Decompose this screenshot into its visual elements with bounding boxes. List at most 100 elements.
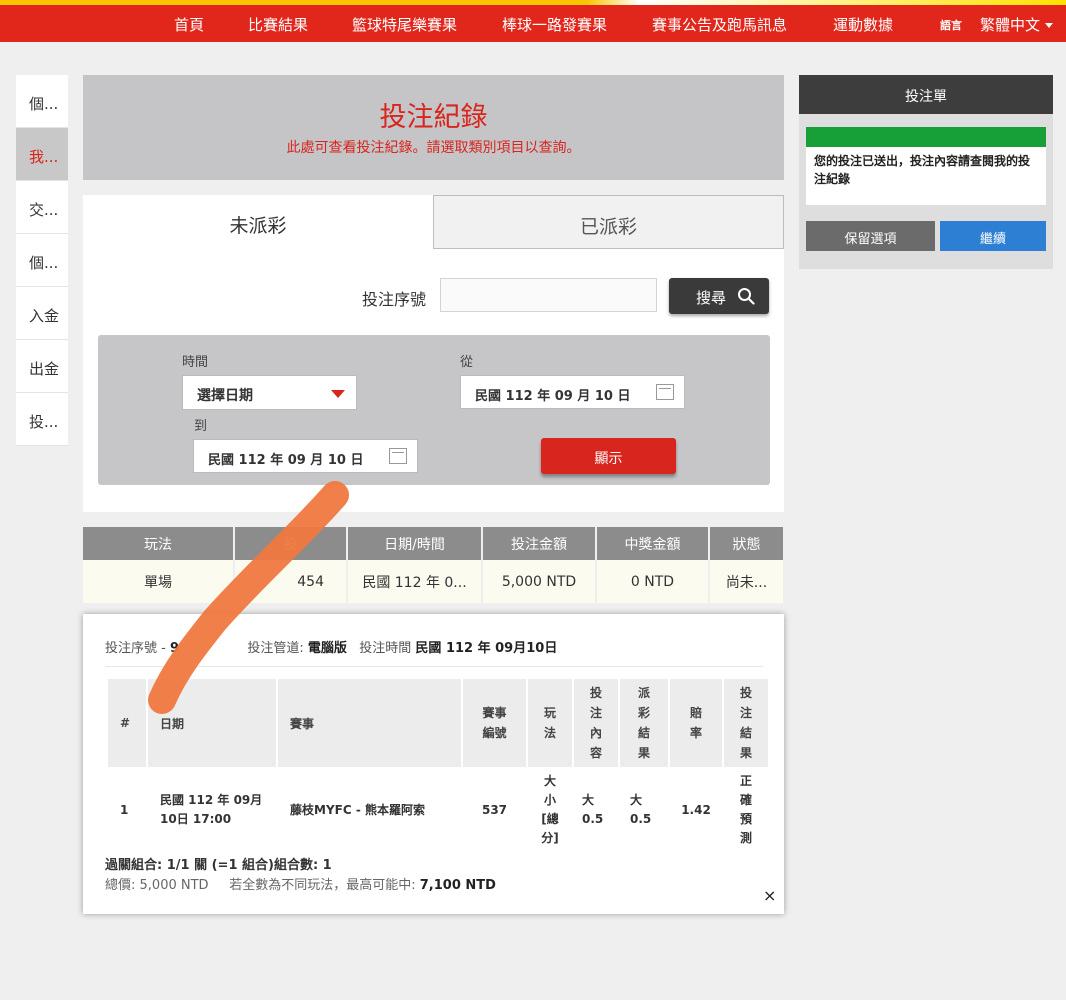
bet-time-label: 投注時間 bbox=[359, 641, 412, 656]
keep-selections-button[interactable]: 保留選項 bbox=[806, 221, 935, 251]
search-button-label: 搜尋 bbox=[696, 289, 727, 307]
bet-detail-table: # 日期 賽事 賽事 編號 玩 法 投 注 內 容 派 彩 結 果 賠 率 投 … bbox=[106, 679, 770, 853]
bet-info-line: 投注序號 - 9 投注管道: 電腦版 投注時間 民國 112 年 09月10日 bbox=[105, 641, 558, 656]
cell-event: 藤枝MYFC - 熊本羅阿索 bbox=[290, 802, 425, 817]
column-header-result: 派 彩 結 果 bbox=[620, 679, 668, 767]
top-nav-bar: 首頁 比賽結果 籃球特尾樂賽果 棒球一路發賽果 賽事公告及跑馬訊息 運動數據 語… bbox=[0, 0, 1066, 42]
column-header-event-no: 賽事 編號 bbox=[463, 679, 526, 767]
from-date-field[interactable]: 民國 112 年 09 月 10 日 bbox=[460, 375, 685, 409]
date-filter: 時間 選擇日期 從 民國 112 年 09 月 10 日 到 民國 112 年 … bbox=[98, 335, 770, 485]
serial-label: 投注序號 bbox=[362, 290, 427, 309]
cell-status: 尚未... bbox=[709, 560, 785, 603]
column-header: 投注金額 bbox=[482, 527, 597, 560]
to-date-value: 民國 112 年 09 月 10 日 bbox=[208, 453, 364, 468]
date-range-select[interactable]: 選擇日期 bbox=[182, 375, 357, 410]
search-icon bbox=[738, 288, 755, 305]
bet-summary-table: 玩法 投 日期/時間 投注金額 中獎金額 狀態 單場 454 民國 112 年 … bbox=[83, 527, 785, 603]
table-header-row: # 日期 賽事 賽事 編號 玩 法 投 注 內 容 派 彩 結 果 賠 率 投 … bbox=[108, 679, 768, 767]
column-header-content: 投 注 內 容 bbox=[574, 679, 618, 767]
nav-baseball-results[interactable]: 棒球一路發賽果 bbox=[502, 14, 607, 35]
sidebar-item-transactions[interactable]: 交... bbox=[16, 181, 68, 234]
total-info: 總價: 5,000 NTD 若全數為不同玩法，最高可能中: 7,100 NTD bbox=[105, 874, 496, 893]
close-icon[interactable]: × bbox=[763, 886, 776, 905]
from-date-value: 民國 112 年 09 月 10 日 bbox=[475, 389, 631, 404]
bet-time-value: 民國 112 年 09月10日 bbox=[415, 641, 558, 656]
page-subtitle: 此處可查看投注紀錄。請選取類別項目以查詢。 bbox=[286, 140, 581, 156]
top-stripe bbox=[0, 0, 1066, 5]
channel-label: 投注管道 bbox=[247, 641, 300, 656]
tab-unsettled[interactable]: 未派彩 bbox=[83, 195, 433, 249]
language-dropdown[interactable]: 繁體中文 bbox=[980, 14, 1053, 35]
account-sidebar: 個... 我... 交... 個... 入金 出金 投... bbox=[16, 75, 68, 446]
column-header-num: # bbox=[108, 679, 146, 767]
cell-play: 大 小 [總 分] bbox=[541, 774, 559, 845]
combo-info: 過關組合: 1/1 關 (=1 組合)組合數: 1 bbox=[105, 858, 332, 873]
continue-button[interactable]: 繼續 bbox=[940, 221, 1046, 251]
sidebar-item-personal[interactable]: 個... bbox=[16, 75, 68, 128]
cell-odds: 1.42 bbox=[681, 802, 711, 817]
to-date-field[interactable]: 民國 112 年 09 月 10 日 bbox=[193, 439, 418, 473]
cell-num: 1 bbox=[120, 802, 129, 817]
cell-date: 民國 112 年 09月 10日 17:00 bbox=[160, 793, 263, 826]
nav-home[interactable]: 首頁 bbox=[174, 14, 204, 35]
column-header: 狀態 bbox=[709, 527, 785, 560]
cell-amount: 5,000 NTD bbox=[482, 560, 597, 603]
column-header: 日期/時間 bbox=[347, 527, 483, 560]
column-header: 投 bbox=[234, 527, 348, 560]
column-header-odds: 賠 率 bbox=[670, 679, 722, 767]
betslip-panel: 您的投注已送出，投注內容請查閱我的投注紀錄 保留選項 繼續 bbox=[799, 114, 1053, 269]
divider bbox=[105, 666, 763, 667]
cell-content: 大 0.5 bbox=[582, 793, 604, 826]
cell-datetime: 民國 112 年 0... bbox=[347, 560, 483, 603]
serial-input[interactable] bbox=[440, 278, 657, 312]
date-range-value: 選擇日期 bbox=[197, 388, 253, 404]
column-header: 玩法 bbox=[83, 527, 235, 560]
sidebar-item-withdraw[interactable]: 出金 bbox=[16, 340, 68, 393]
tab-settled[interactable]: 已派彩 bbox=[433, 195, 784, 249]
nav-results[interactable]: 比賽結果 bbox=[248, 14, 308, 35]
sidebar-item-deposit[interactable]: 入金 bbox=[16, 287, 68, 340]
language-icon: 語言 bbox=[940, 19, 962, 32]
total-label: 總價: bbox=[105, 878, 136, 893]
cell-winnings: 0 NTD bbox=[596, 560, 710, 603]
column-header-date: 日期 bbox=[148, 679, 276, 767]
from-label: 從 bbox=[460, 355, 474, 370]
bet-detail-card: 投注序號 - 9 投注管道: 電腦版 投注時間 民國 112 年 09月10日 … bbox=[83, 614, 784, 914]
column-header-event: 賽事 bbox=[278, 679, 461, 767]
nav-sports-stats[interactable]: 運動數據 bbox=[833, 14, 893, 35]
sidebar-item-bets[interactable]: 投... bbox=[16, 393, 68, 446]
cell-result: 大 0.5 bbox=[630, 793, 652, 826]
cell-event-no: 537 bbox=[481, 802, 508, 817]
max-win-label: 若全數為不同玩法，最高可能中: bbox=[229, 878, 416, 893]
caret-down-icon bbox=[331, 390, 345, 398]
bet-query-panel: 未派彩 已派彩 投注序號 搜尋 時間 選擇日期 從 民國 112 年 09 月 … bbox=[83, 195, 784, 512]
sidebar-item-profile[interactable]: 個... bbox=[16, 234, 68, 287]
channel-value: 電腦版 bbox=[307, 641, 347, 656]
page-header: 投注紀錄 此處可查看投注紀錄。請選取類別項目以查詢。 bbox=[83, 75, 784, 180]
search-button[interactable]: 搜尋 bbox=[669, 278, 769, 314]
to-label: 到 bbox=[194, 419, 208, 434]
table-row[interactable]: 單場 454 民國 112 年 0... 5,000 NTD 0 NTD 尚未.… bbox=[83, 560, 785, 603]
cell-serial: 454 bbox=[234, 560, 348, 603]
show-button[interactable]: 顯示 bbox=[541, 438, 676, 474]
table-header-row: 玩法 投 日期/時間 投注金額 中獎金額 狀態 bbox=[83, 527, 785, 560]
page-title: 投注紀錄 bbox=[379, 102, 488, 133]
betslip-title: 投注單 bbox=[799, 75, 1053, 114]
column-header: 中獎金額 bbox=[596, 527, 710, 560]
calendar-icon bbox=[389, 448, 407, 464]
column-header-play: 玩 法 bbox=[528, 679, 572, 767]
calendar-icon bbox=[656, 384, 674, 400]
max-win-value: 7,100 NTD bbox=[419, 878, 496, 893]
time-label: 時間 bbox=[182, 355, 209, 370]
nav-basketball-results[interactable]: 籃球特尾樂賽果 bbox=[352, 14, 457, 35]
cell-bet-result: 正 確 預 測 bbox=[739, 774, 752, 845]
serial-value: 9 bbox=[169, 641, 180, 656]
nav-announcements[interactable]: 賽事公告及跑馬訊息 bbox=[652, 14, 787, 35]
betslip-success-message: 您的投注已送出，投注內容請查閱我的投注紀錄 bbox=[806, 127, 1046, 205]
total-value: 5,000 NTD bbox=[139, 878, 209, 893]
table-row: 1 民國 112 年 09月 10日 17:00 藤枝MYFC - 熊本羅阿索 … bbox=[108, 767, 768, 853]
column-header-bet-result: 投 注 結 果 bbox=[724, 679, 768, 767]
sidebar-item-my-bets[interactable]: 我... bbox=[16, 128, 68, 181]
serial-label: 投注序號 bbox=[105, 641, 158, 656]
cell-play: 單場 bbox=[83, 560, 235, 603]
